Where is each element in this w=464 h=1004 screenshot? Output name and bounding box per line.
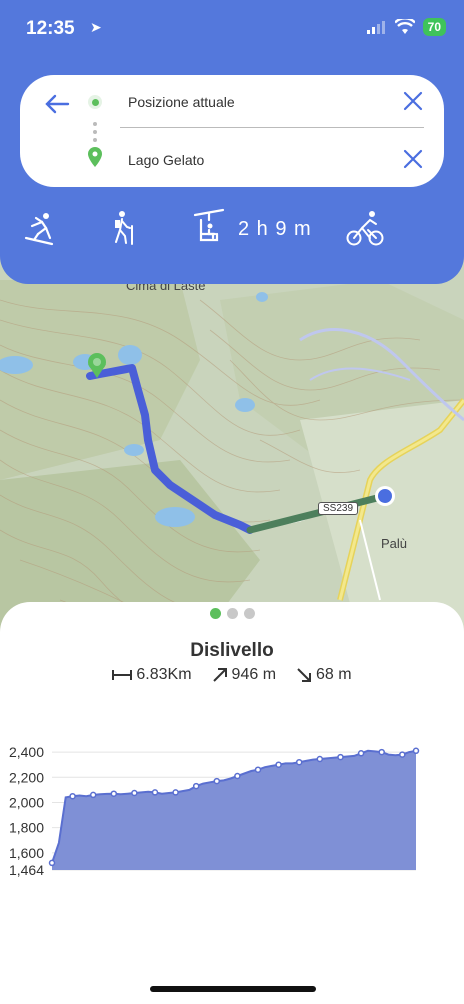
descent-value: 68 m [316, 666, 352, 683]
distance-value: 6.83Km [136, 666, 192, 683]
route-card: Posizione attuale Lago Gelato [20, 75, 444, 187]
chart-point [48, 859, 56, 867]
chart-ytick-label: 1,600 [9, 845, 44, 861]
page-indicator[interactable] [0, 608, 464, 619]
chart-ytick-label: 2,200 [9, 769, 44, 785]
chart-point [337, 753, 344, 761]
chart-ytick-label: 2,000 [9, 794, 44, 810]
back-arrow-icon[interactable] [42, 89, 72, 119]
sheet-title: Dislivello [190, 640, 274, 661]
clear-destination-icon[interactable] [400, 146, 426, 172]
chart-point [254, 766, 262, 773]
route-header: 12:35 ➤ 70 Posizione attuale Lago Gelato… [0, 0, 464, 284]
elevation-stats: 6.83Km 946 m 68 m [0, 666, 464, 684]
chart-point [110, 790, 118, 797]
ascent-stat: 946 m [212, 666, 276, 684]
page-dot[interactable] [209, 608, 221, 619]
chart-ytick-label: 1,464 [9, 862, 44, 878]
chart-point [89, 791, 97, 799]
chart-point [357, 750, 365, 757]
chart-point [69, 792, 76, 800]
chart-point [131, 789, 138, 797]
chart-ytick-label: 2,400 [9, 744, 44, 760]
elevation-sheet[interactable]: Dislivello 6.83Km 946 m 68 m 2,400 2,200 2… [0, 602, 464, 1004]
home-indicator[interactable] [150, 986, 316, 992]
status-bar: 12:35 ➤ 70 [26, 18, 446, 42]
field-divider [120, 127, 424, 128]
chart-point [151, 789, 159, 796]
chart-point [234, 772, 241, 780]
location-arrow-icon: ➤ [90, 19, 102, 35]
battery-badge: 70 [422, 18, 446, 36]
map-place-label: Palù [381, 536, 408, 551]
distance-stat: 6.83Km [112, 666, 192, 684]
ascent-arrow-icon [212, 668, 227, 682]
wifi-icon [394, 19, 415, 34]
status-time: 12:35 [26, 18, 75, 39]
descent-stat: 68 m [296, 666, 352, 684]
chart-point [172, 789, 179, 796]
cellular-signal-icon [366, 21, 385, 34]
chart-point [275, 761, 282, 768]
chart-point [316, 755, 324, 763]
current-location-icon [88, 95, 102, 109]
route-duration: 2 h 9 m [238, 218, 312, 240]
chart-ytick-label: 1,800 [9, 820, 44, 836]
origin-field[interactable]: Posizione attuale [128, 94, 235, 110]
chairlift-icon[interactable] [193, 208, 225, 250]
chart-point [295, 758, 303, 766]
travel-mode-bar [0, 208, 464, 256]
road-badge: SS239 [318, 502, 359, 515]
distance-icon [112, 670, 133, 680]
chart-point [213, 777, 221, 785]
chart-point [412, 747, 420, 755]
page-dot[interactable] [243, 608, 255, 619]
elevation-chart[interactable]: 2,400 2,200 2,000 1,800 1,6001,464 [0, 742, 464, 982]
page-dot[interactable] [226, 608, 238, 619]
chart-point [192, 782, 200, 790]
hiker-icon[interactable] [110, 208, 136, 248]
clear-origin-icon[interactable] [400, 88, 426, 114]
destination-field[interactable]: Lago Gelato [128, 152, 204, 168]
descent-arrow-icon [297, 668, 312, 682]
chart-point [399, 751, 406, 758]
destination-pin-small-icon [88, 147, 102, 167]
ascent-value: 946 m [231, 666, 277, 683]
connector-dots [93, 122, 97, 142]
chart-area [52, 750, 416, 870]
skier-icon[interactable] [22, 208, 56, 248]
cyclist-icon[interactable] [346, 208, 384, 248]
chart-point [378, 748, 385, 756]
